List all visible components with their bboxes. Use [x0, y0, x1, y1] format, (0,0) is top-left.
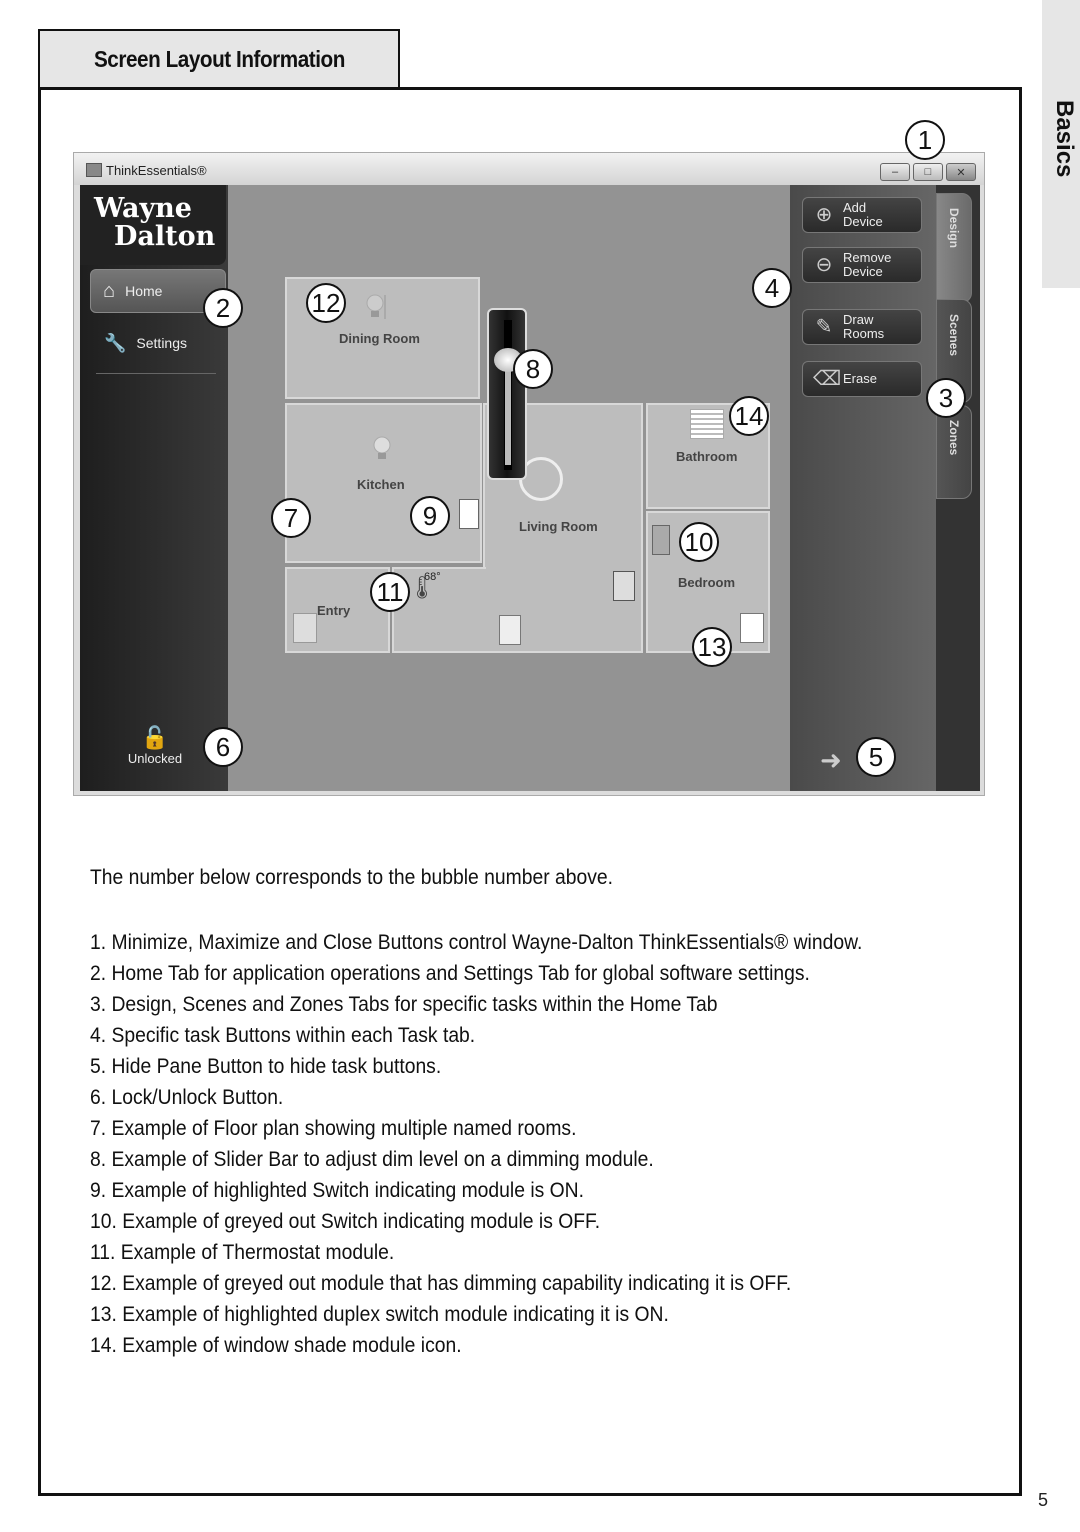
tab-label: Zones	[947, 420, 961, 456]
floor-plan-canvas[interactable]: Dining Room Kitchen Living Room 🌡 68° En…	[228, 185, 790, 791]
switch-icon-on[interactable]	[459, 499, 479, 529]
list-item: 9. Example of highlighted Switch indicat…	[90, 1179, 584, 1202]
room-name: Dining Room	[339, 331, 420, 346]
callout-bubble: 6	[203, 727, 243, 767]
task-tabs: Design Scenes Zones	[936, 185, 980, 791]
plug-module-icon[interactable]	[499, 615, 521, 645]
room-name: Bathroom	[676, 449, 738, 464]
label: Remove	[843, 250, 892, 265]
label: Erase	[843, 371, 877, 386]
nav-divider	[96, 373, 216, 374]
callout-bubble: 3	[926, 378, 966, 418]
pencil-icon: ✎	[815, 316, 833, 338]
maximize-button[interactable]: □	[913, 163, 943, 181]
label: Draw	[843, 312, 874, 327]
app-icon	[86, 163, 102, 177]
side-tab: Basics	[1042, 0, 1080, 288]
minus-circle-icon: ⊖	[815, 254, 833, 276]
list-item: 3. Design, Scenes and Zones Tabs for spe…	[90, 993, 718, 1016]
task-pane: ⊕ Add Device ⊖ Remove Device ✎ Draw Rooms ⌫ Era…	[790, 185, 936, 791]
list-item: 12. Example of greyed out module that ha…	[90, 1272, 792, 1295]
logo-line1: Wayne	[94, 193, 192, 224]
list-item: 11. Example of Thermostat module.	[90, 1241, 395, 1264]
add-device-button[interactable]: ⊕ Add Device	[802, 197, 922, 233]
lock-unlock-button[interactable]: 🔓 Unlocked	[110, 725, 200, 766]
outlet-icon[interactable]	[293, 613, 317, 643]
slider-fill	[505, 360, 511, 465]
callout-bubble: 7	[271, 498, 311, 538]
remote-module-icon[interactable]	[613, 571, 635, 601]
lock-label: Unlocked	[127, 751, 183, 766]
list-item: 13. Example of highlighted duplex switch…	[90, 1303, 669, 1326]
remove-device-button[interactable]: ⊖ Remove Device	[802, 247, 922, 283]
callout-bubble: 2	[203, 288, 243, 328]
callout-bubble: 14	[729, 396, 769, 436]
erase-button[interactable]: ⌫ Erase	[802, 361, 922, 397]
page-number: 5	[1038, 1490, 1049, 1510]
wrench-icon: 🔧	[104, 332, 127, 353]
tab-label: Scenes	[947, 314, 961, 357]
home-icon: ⌂	[103, 279, 116, 302]
list-item: 14. Example of window shade module icon.	[90, 1334, 462, 1357]
tab-settings-label: Settings	[136, 335, 188, 351]
callout-bubble: 9	[410, 496, 450, 536]
label: Device	[843, 264, 883, 279]
close-button[interactable]: ✕	[946, 163, 976, 181]
list-item: 4. Specific task Buttons within each Tas…	[90, 1024, 476, 1047]
callout-bubble: 8	[513, 349, 553, 389]
eraser-icon: ⌫	[813, 368, 842, 390]
hide-pane-button[interactable]: ➜	[820, 745, 842, 776]
thermostat-temp: 68°	[424, 571, 441, 583]
arrow-into-circle-icon: ➜	[820, 745, 842, 775]
callout-bubble: 11	[370, 572, 410, 612]
tab-design[interactable]: Design	[936, 193, 972, 303]
title-bar: ThinkEssentials® – □ ✕	[74, 153, 984, 185]
callout-bubble: 13	[692, 627, 732, 667]
tab-settings[interactable]: 🔧 Settings	[90, 321, 226, 365]
callout-bubble: 5	[856, 737, 896, 777]
app-window-screenshot: ThinkEssentials® – □ ✕ Wayne Dalton ⌂ Home…	[73, 152, 985, 796]
callout-bubble: 10	[679, 522, 719, 562]
left-pane: Wayne Dalton ⌂ Home 🔧 Settings 🔓 Unlocked	[80, 185, 228, 791]
intro-text: The number below corresponds to the bubb…	[90, 866, 614, 889]
list-item: 2. Home Tab for application operations a…	[90, 962, 810, 985]
duplex-outlet-icon-on[interactable]	[740, 613, 764, 643]
tab-label: Design	[947, 208, 961, 249]
window-title: ThinkEssentials®	[106, 163, 207, 178]
plus-circle-icon: ⊕	[815, 204, 833, 226]
dimmer-bulb-icon-off[interactable]	[365, 293, 387, 321]
room-name: Living Room	[519, 519, 598, 534]
minimize-button[interactable]: –	[880, 163, 910, 181]
logo-line2: Dalton	[114, 221, 216, 252]
draw-rooms-button[interactable]: ✎ Draw Rooms	[802, 309, 922, 345]
list-item: 8. Example of Slider Bar to adjust dim l…	[90, 1148, 654, 1171]
window-shade-icon[interactable]	[690, 409, 724, 439]
room-kitchen[interactable]: Kitchen	[285, 403, 482, 563]
callout-bubble: 4	[752, 268, 792, 308]
label: Rooms	[843, 326, 885, 341]
label: Add	[843, 200, 867, 215]
legend-list: 1. Minimize, Maximize and Close Buttons …	[90, 927, 930, 1361]
section-title: Screen Layout Information	[93, 45, 345, 72]
section-tab-header: Screen Layout Information	[38, 29, 400, 87]
dim-level-slider[interactable]	[487, 308, 527, 480]
list-item: 1. Minimize, Maximize and Close Buttons …	[90, 931, 863, 954]
list-item: 5. Hide Pane Button to hide task buttons…	[90, 1055, 442, 1078]
room-name: Bedroom	[678, 575, 736, 590]
bulb-icon[interactable]	[371, 435, 393, 463]
callout-bubble: 12	[306, 283, 346, 323]
label: Device	[843, 214, 883, 229]
unlocked-padlock-icon: 🔓	[141, 725, 169, 750]
callout-bubble: 1	[905, 120, 945, 160]
side-tab-label: Basics	[1051, 100, 1078, 178]
list-item: 10. Example of greyed out Switch indicat…	[90, 1210, 601, 1233]
switch-icon-off[interactable]	[652, 525, 670, 555]
wayne-dalton-logo: Wayne Dalton	[80, 185, 226, 265]
room-name: Kitchen	[357, 477, 405, 492]
list-item: 6. Lock/Unlock Button.	[90, 1086, 284, 1109]
tab-home-label: Home	[125, 283, 163, 299]
tab-zones[interactable]: Zones	[936, 405, 972, 499]
list-item: 7. Example of Floor plan showing multipl…	[90, 1117, 577, 1140]
room-name: Entry	[317, 603, 351, 618]
